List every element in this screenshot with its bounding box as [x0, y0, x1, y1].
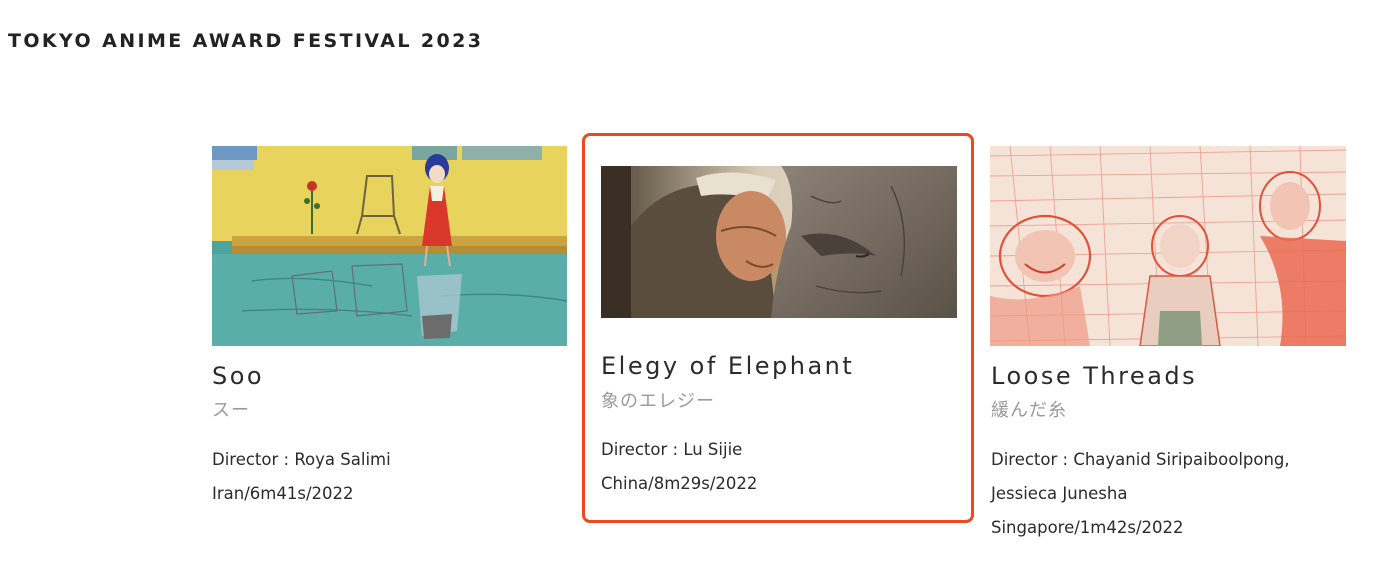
film-director: Director : Lu Sijie	[601, 440, 743, 459]
film-info: Singapore/1m42s/2022	[991, 518, 1184, 537]
film-title[interactable]: Soo	[212, 362, 264, 390]
film-title[interactable]: Loose Threads	[991, 362, 1197, 390]
film-title[interactable]: Elegy of Elephant	[601, 352, 854, 380]
soo-still-image[interactable]	[212, 146, 567, 346]
film-title-japanese: スー	[212, 400, 250, 421]
film-director: Director : Chayanid Siripaiboolpong,	[991, 450, 1290, 469]
film-director-continued: Jessieca Junesha	[991, 484, 1128, 503]
film-details: Director : Chayanid Siripaiboolpong, Jes…	[991, 443, 1290, 545]
film-title-japanese: 象のエレジー	[601, 391, 715, 412]
film-card-soo[interactable]: Soo スー Director : Roya Salimi Iran/6m41s…	[210, 140, 568, 520]
festival-title: TOKYO ANIME AWARD FESTIVAL 2023	[8, 30, 484, 52]
film-details: Director : Lu Sijie China/8m29s/2022	[601, 433, 757, 501]
elegy-of-elephant-still-image[interactable]	[601, 166, 957, 318]
film-card-loose-threads[interactable]: Loose Threads 緩んだ糸 Director : Chayanid S…	[988, 140, 1358, 560]
loose-threads-still-image[interactable]	[990, 146, 1346, 346]
film-info: China/8m29s/2022	[601, 474, 758, 493]
film-director: Director : Roya Salimi	[212, 450, 391, 469]
film-card-elegy-of-elephant[interactable]: Elegy of Elephant 象のエレジー Director : Lu S…	[582, 133, 974, 523]
film-info: Iran/6m41s/2022	[212, 484, 354, 503]
film-title-japanese: 緩んだ糸	[991, 400, 1067, 421]
film-details: Director : Roya Salimi Iran/6m41s/2022	[212, 443, 391, 511]
